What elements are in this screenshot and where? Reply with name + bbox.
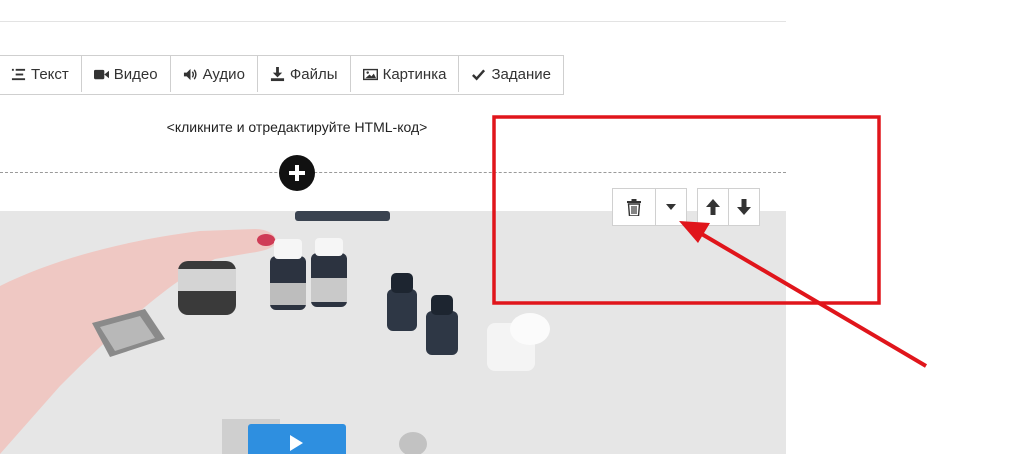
add-video-button[interactable]: Видео (82, 56, 171, 92)
add-audio-button[interactable]: Аудио (171, 56, 258, 92)
arrow-up-icon (706, 199, 720, 215)
move-down-button[interactable] (729, 189, 759, 225)
add-text-label: Текст (31, 65, 69, 83)
content-block-toolbar: Текст Видео Аудио Файлы Картинка Задание (0, 55, 564, 95)
top-divider (0, 21, 786, 22)
lesson-editor-canvas: Текст Видео Аудио Файлы Картинка Задание… (0, 0, 786, 454)
video-preview-image[interactable] (0, 211, 786, 454)
add-block-button[interactable] (279, 155, 315, 191)
add-image-button[interactable]: Картинка (351, 56, 460, 92)
download-icon (270, 66, 285, 82)
move-up-button[interactable] (698, 189, 729, 225)
delete-block-button[interactable] (613, 189, 656, 225)
play-button[interactable] (248, 424, 346, 454)
add-video-label: Видео (113, 65, 158, 83)
block-actions-group (612, 188, 687, 226)
image-icon (362, 67, 378, 82)
block-options-dropdown[interactable] (656, 189, 686, 225)
checkmark-icon (471, 67, 486, 82)
block-separator (0, 172, 786, 173)
plus-icon (289, 165, 305, 181)
speaker-icon (183, 67, 198, 82)
add-task-label: Задание (491, 65, 551, 83)
html-block-placeholder[interactable]: <кликните и отредактируйте HTML-код> (0, 119, 594, 135)
arrow-down-icon (737, 199, 751, 215)
text-format-icon (11, 67, 26, 82)
add-task-button[interactable]: Задание (459, 56, 563, 92)
block-move-group (697, 188, 760, 226)
add-audio-label: Аудио (202, 65, 245, 83)
add-text-button[interactable]: Текст (0, 56, 82, 92)
add-files-button[interactable]: Файлы (258, 56, 351, 92)
video-camera-icon (93, 67, 109, 82)
caret-down-icon (666, 204, 676, 210)
add-image-label: Картинка (382, 65, 447, 83)
add-files-label: Файлы (289, 65, 338, 83)
trash-icon (627, 198, 641, 216)
